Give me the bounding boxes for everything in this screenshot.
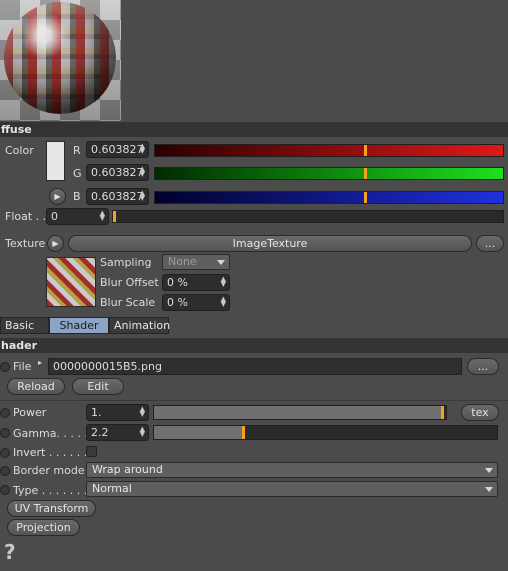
tab-animation[interactable]: Animation xyxy=(109,317,170,334)
gamma-slider[interactable] xyxy=(153,425,498,440)
float-marker xyxy=(113,211,116,222)
channel-g-field[interactable]: 0.603827 ▲ ▼ xyxy=(86,164,149,181)
blur-scale-label: Blur Scale xyxy=(100,296,156,309)
blur-offset-field[interactable]: 0 % ▲ ▼ xyxy=(162,274,230,291)
gamma-label: Gamma. . . . . xyxy=(13,427,88,440)
border-mode-animate-toggle[interactable] xyxy=(0,466,10,476)
power-marker xyxy=(441,406,445,419)
type-dropdown[interactable]: Normal xyxy=(86,481,498,497)
texture-thumbnail xyxy=(46,257,96,307)
channel-b-marker xyxy=(364,192,368,203)
channel-r-bar xyxy=(155,145,503,156)
tab-shader[interactable]: Shader xyxy=(49,317,109,334)
file-label: File xyxy=(13,360,32,373)
channel-b-bar xyxy=(155,192,503,203)
border-mode-label: Border mode xyxy=(13,464,85,477)
float-field[interactable]: 0 ▲ ▼ xyxy=(46,208,109,225)
type-animate-toggle[interactable] xyxy=(0,485,10,495)
channel-r-label: R xyxy=(73,144,81,157)
tex-button[interactable]: tex xyxy=(461,404,499,421)
channel-b-label: B xyxy=(73,190,81,203)
edit-button[interactable]: Edit xyxy=(72,378,124,395)
channel-g-slider[interactable] xyxy=(154,167,504,180)
gamma-bar xyxy=(154,426,244,439)
power-animate-toggle[interactable] xyxy=(0,408,10,418)
file-path-field[interactable]: 0000000015B5.png xyxy=(48,358,462,375)
blur-scale-field[interactable]: 0 % ▲ ▼ xyxy=(162,294,230,311)
border-mode-dropdown[interactable]: Wrap around xyxy=(86,462,498,478)
channel-b-field[interactable]: 0.603827 ▲ ▼ xyxy=(86,188,149,205)
file-expand-icon[interactable]: ▸ xyxy=(38,356,42,370)
channel-g-label: G xyxy=(73,167,82,180)
invert-animate-toggle[interactable] xyxy=(0,448,10,458)
texture-more-button[interactable]: ... xyxy=(476,235,504,252)
file-browse-button[interactable]: ... xyxy=(467,358,499,375)
divider xyxy=(0,400,508,401)
diffuse-section-header: ffuse xyxy=(0,122,508,137)
help-icon[interactable]: ? xyxy=(4,540,16,564)
channel-g-bar xyxy=(155,168,503,179)
invert-checkbox[interactable] xyxy=(86,446,97,457)
color-swatch[interactable] xyxy=(46,141,65,181)
texture-name-button[interactable]: ImageTexture xyxy=(68,235,472,252)
blur-offset-label: Blur Offset xyxy=(100,276,159,289)
power-slider[interactable] xyxy=(153,405,447,420)
sampling-label: Sampling xyxy=(100,256,152,269)
gamma-marker xyxy=(242,426,246,439)
material-preview xyxy=(0,0,121,121)
reload-button[interactable]: Reload xyxy=(7,378,65,395)
float-slider[interactable] xyxy=(112,210,504,223)
texture-label: Texture xyxy=(5,237,46,250)
power-bar xyxy=(154,406,444,419)
texture-menu-button[interactable]: ▶ xyxy=(47,235,64,252)
power-field[interactable]: 1. ▲ ▼ xyxy=(86,404,149,421)
gamma-animate-toggle[interactable] xyxy=(0,428,10,438)
type-label: Type . . . . . . . . xyxy=(13,484,95,497)
channel-r-marker xyxy=(364,145,368,156)
channel-b-slider[interactable] xyxy=(154,191,504,204)
channel-r-field[interactable]: 0.603827 ▲ ▼ xyxy=(86,141,149,158)
power-label: Power xyxy=(13,406,47,419)
shader-section-header: hader xyxy=(0,338,508,353)
projection-button[interactable]: Projection xyxy=(7,519,80,536)
invert-label: Invert . . . . . . xyxy=(13,446,88,459)
uv-transform-button[interactable]: UV Transform xyxy=(7,500,96,517)
color-picker-toggle[interactable]: ▶ xyxy=(49,188,66,205)
sampling-dropdown[interactable]: None xyxy=(162,254,230,270)
file-animate-toggle[interactable] xyxy=(0,362,10,372)
color-label: Color xyxy=(5,144,34,157)
channel-r-slider[interactable] xyxy=(154,144,504,157)
gamma-field[interactable]: 2.2 ▲ ▼ xyxy=(86,424,149,441)
channel-g-marker xyxy=(364,168,368,179)
float-label: Float . . xyxy=(5,210,47,223)
tab-basic[interactable]: Basic xyxy=(0,317,49,334)
